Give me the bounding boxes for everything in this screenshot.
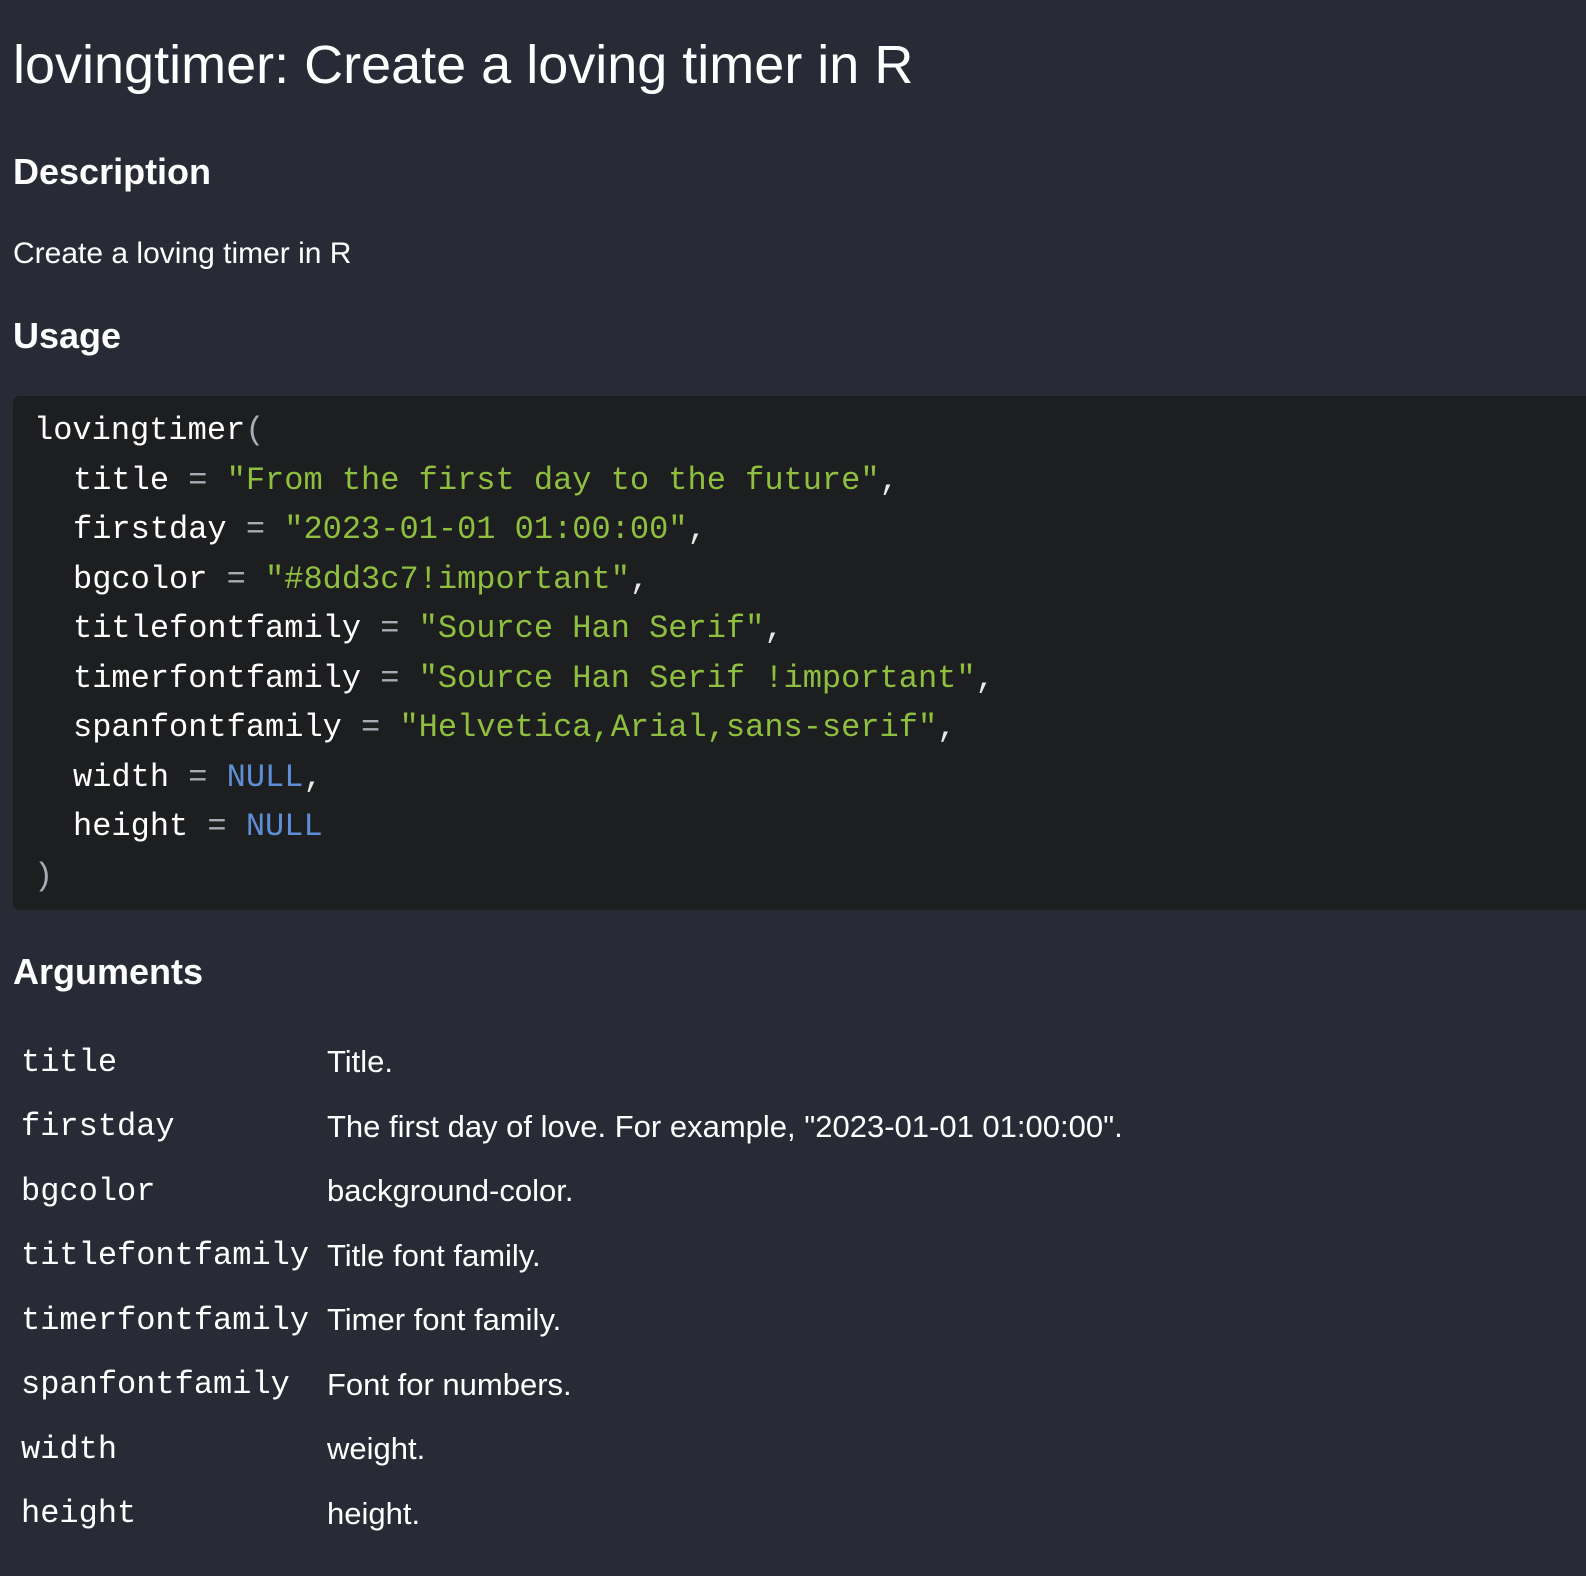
argument-name: width <box>21 1430 118 1468</box>
arguments-table: title Title. firstday The first day of love… <box>13 1030 1123 1546</box>
code-line-param: bgcolor = "#8dd3c7!important", <box>34 555 1586 605</box>
param-operator: = <box>226 560 246 598</box>
argument-description: Font for numbers. <box>327 1366 572 1402</box>
code-param-lines: title = "From the first day to the futur… <box>34 456 1586 852</box>
description-text: Create a loving timer in R <box>13 237 352 270</box>
param-name: title <box>73 461 170 499</box>
code-line-close: ) <box>34 852 1586 902</box>
code-line-param: width = NULL, <box>34 753 1586 803</box>
param-operator: = <box>245 511 266 548</box>
code-line-param: timerfontfamily = "Source Han Serif !imp… <box>34 654 1586 704</box>
argument-name: titlefontfamily <box>21 1237 310 1275</box>
param-comma: , <box>687 511 707 548</box>
argument-description: weight. <box>327 1431 426 1467</box>
param-comma: , <box>629 560 650 598</box>
argument-name: spanfontfamily <box>21 1366 290 1404</box>
code-line-param: title = "From the first day to the futur… <box>34 456 1586 506</box>
argument-description: Title. <box>327 1044 394 1080</box>
argument-description: Timer font family. <box>327 1302 562 1338</box>
param-value: NULL <box>226 758 304 796</box>
argument-row: width weight. <box>13 1417 1123 1482</box>
param-comma: , <box>764 610 784 647</box>
code-line-param: height = NULL <box>34 802 1586 852</box>
open-paren: ( <box>245 412 265 449</box>
argument-row: firstday The first day of love. For examp… <box>13 1095 1123 1160</box>
argument-row: title Title. <box>13 1030 1123 1095</box>
param-comma: , <box>975 659 995 697</box>
param-value: NULL <box>245 808 323 845</box>
param-name: bgcolor <box>73 560 208 598</box>
param-name: height <box>73 808 189 845</box>
page-title: lovingtimer: Create a loving timer in R <box>13 35 914 95</box>
param-value: "Source Han Serif" <box>418 610 765 647</box>
param-value: "Source Han Serif !important" <box>418 659 976 697</box>
argument-row: spanfontfamily Font for numbers. <box>13 1353 1123 1418</box>
param-name: timerfontfamily <box>73 659 362 697</box>
argument-name: bgcolor <box>21 1172 156 1210</box>
param-value: "From the first day to the future" <box>226 461 880 499</box>
param-operator: = <box>380 610 400 647</box>
code-line-param: spanfontfamily = "Helvetica,Arial,sans-s… <box>34 703 1586 753</box>
param-comma: , <box>937 709 957 746</box>
argument-row: height height. <box>13 1482 1123 1547</box>
argument-description: background-color. <box>327 1173 574 1209</box>
description-heading: Description <box>13 151 212 192</box>
argument-description: Title font family. <box>327 1237 541 1273</box>
param-name: firstday <box>73 511 227 548</box>
param-operator: = <box>380 659 400 697</box>
param-operator: = <box>361 709 381 746</box>
param-value: "2023-01-01 01:00:00" <box>284 511 688 548</box>
code-line-param: titlefontfamily = "Source Han Serif", <box>34 604 1586 654</box>
param-name: spanfontfamily <box>73 709 342 746</box>
param-comma: , <box>303 758 323 796</box>
close-paren: ) <box>34 857 54 895</box>
argument-description: height. <box>327 1495 421 1531</box>
param-operator: = <box>188 758 208 796</box>
param-comma: , <box>879 461 899 499</box>
argument-description: The first day of love. For example, "202… <box>327 1108 1123 1144</box>
param-operator: = <box>188 461 208 499</box>
argument-row: titlefontfamily Title font family. <box>13 1224 1123 1289</box>
argument-name: title <box>21 1043 118 1081</box>
argument-name: firstday <box>21 1108 175 1146</box>
function-name: lovingtimer <box>34 412 246 449</box>
code-line-param: firstday = "2023-01-01 01:00:00", <box>34 505 1586 555</box>
param-name: titlefontfamily <box>73 610 362 647</box>
param-value: "#8dd3c7!important" <box>265 560 630 598</box>
usage-code-block[interactable]: lovingtimer( title = "From the first day… <box>13 396 1586 910</box>
param-operator: = <box>207 808 227 845</box>
argument-name: timerfontfamily <box>21 1301 310 1339</box>
param-name: width <box>73 758 170 796</box>
code-line-function: lovingtimer( <box>34 406 1586 456</box>
param-value: "Helvetica,Arial,sans-serif" <box>399 709 938 746</box>
usage-heading: Usage <box>13 315 122 356</box>
arguments-heading: Arguments <box>13 951 204 992</box>
argument-row: bgcolor background-color. <box>13 1159 1123 1224</box>
argument-row: timerfontfamily Timer font family. <box>13 1288 1123 1353</box>
argument-name: height <box>21 1495 137 1533</box>
